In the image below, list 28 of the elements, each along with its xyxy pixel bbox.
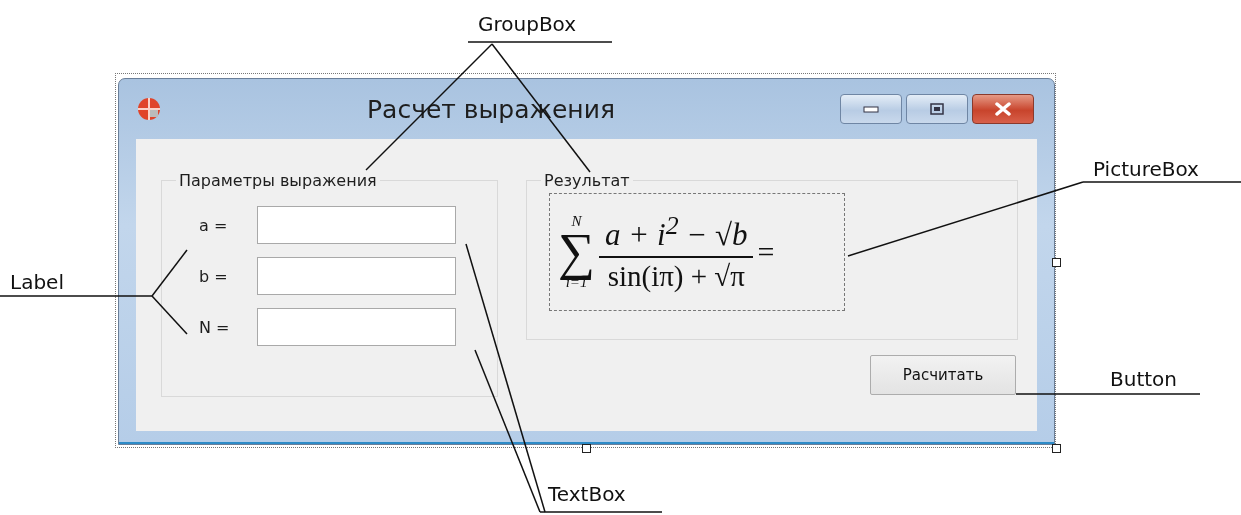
denominator: sin(iπ) + √π [607, 258, 745, 293]
group-title: Результат [543, 171, 631, 190]
callout-label: GroupBox [478, 12, 577, 36]
resize-handle[interactable] [1052, 444, 1061, 453]
group-title: Параметры выражения [178, 171, 378, 190]
sum-upper-limit: N [571, 213, 582, 229]
field-label: N = [199, 317, 231, 337]
minimize-icon [863, 105, 879, 113]
callout-label: TextBox [548, 482, 626, 506]
numerator: a + i$^{2}$ − √b [599, 211, 754, 258]
calculate-button[interactable]: Расчитать [870, 355, 1016, 395]
maximize-icon [930, 103, 944, 115]
close-icon [995, 102, 1011, 116]
field-label: b = [199, 266, 229, 286]
input-field[interactable] [257, 257, 456, 295]
equals-sign: = [757, 235, 775, 269]
input-field[interactable] [257, 308, 456, 346]
resize-handle[interactable] [582, 444, 591, 453]
field-label: a = [199, 215, 229, 235]
callout-label: Label [10, 270, 64, 294]
maximize-button[interactable] [906, 94, 968, 124]
minimize-button[interactable] [840, 94, 902, 124]
resize-handle[interactable] [1052, 258, 1061, 267]
input-field[interactable] [257, 206, 456, 244]
callout-label: PictureBox [1093, 157, 1199, 181]
app-icon [137, 97, 161, 121]
callout-label: Button [1110, 367, 1177, 391]
close-button[interactable] [972, 94, 1034, 124]
